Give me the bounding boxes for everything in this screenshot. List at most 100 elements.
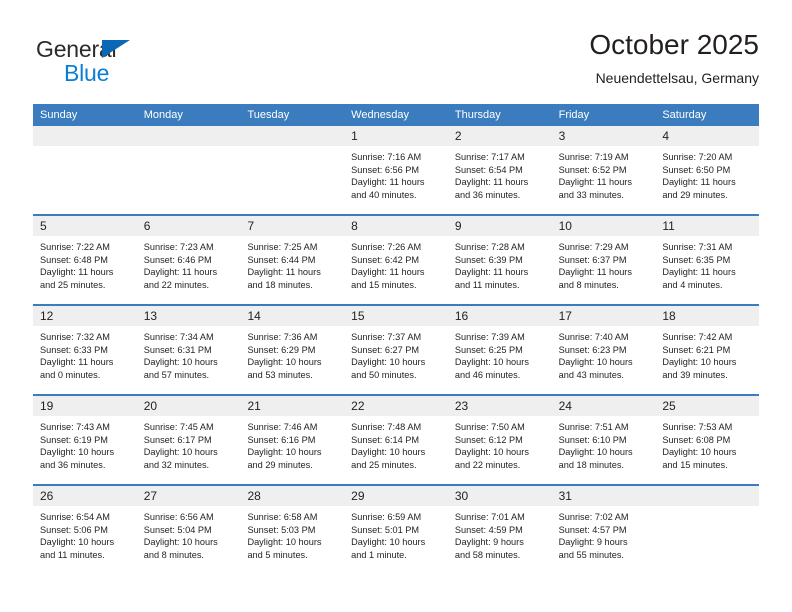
day-number: 9 xyxy=(454,219,462,233)
day-cell[interactable]: 7 Sunrise: 7:25 AM Sunset: 6:44 PM Daylight… xyxy=(240,216,345,304)
day-number-band: 28 xyxy=(240,486,345,506)
day-cell[interactable]: 13 Sunrise: 7:34 AM Sunset: 6:31 PM Dayligh… xyxy=(136,306,241,394)
sunrise-text: Sunrise: 7:23 AM xyxy=(143,242,214,252)
daylight-text: Daylight: 11 hours xyxy=(40,267,114,278)
day-cell[interactable]: 30 Sunrise: 7:01 AM Sunset: 4:59 PM Dayligh… xyxy=(447,486,552,574)
day-cell[interactable]: 19 Sunrise: 7:43 AM Sunset: 6:19 PM Dayligh… xyxy=(33,396,137,484)
daylight-text: Daylight: 11 hours xyxy=(454,177,529,188)
calendar-grid: Sunday Monday Tuesday Wednesday Thursday Frid… xyxy=(33,104,760,574)
weekday-header-saturday: Saturday xyxy=(662,109,707,121)
day-cell[interactable]: 1 Sunrise: 7:16 AM Sunset: 6:56 PM Daylight… xyxy=(344,126,448,214)
day-number: 25 xyxy=(662,399,676,413)
daylight-text-cont: and 25 minutes. xyxy=(351,459,417,470)
sunset-text: Sunset: 6:44 PM xyxy=(247,254,316,265)
day-cell[interactable]: 27 Sunrise: 6:56 AM Sunset: 5:04 PM Dayligh… xyxy=(136,486,241,574)
day-cell[interactable]: 26 Sunrise: 6:54 AM Sunset: 5:06 PM Dayligh… xyxy=(33,486,137,574)
daylight-text: Daylight: 10 hours xyxy=(558,447,633,458)
day-details: Sunrise: 7:34 AM Sunset: 6:31 PM Daylight:… xyxy=(137,326,241,381)
sunset-text: Sunset: 6:21 PM xyxy=(662,344,731,355)
sunset-text: Sunset: 6:25 PM xyxy=(454,344,523,355)
day-cell[interactable]: 5 Sunrise: 7:22 AM Sunset: 6:48 PM Daylight… xyxy=(33,216,137,304)
day-details: Sunrise: 6:58 AM Sunset: 5:03 PM Daylight:… xyxy=(240,506,344,561)
day-cell[interactable]: 15 Sunrise: 7:37 AM Sunset: 6:27 PM Dayligh… xyxy=(344,306,448,394)
day-cell[interactable]: 2 Sunrise: 7:17 AM Sunset: 6:54 PM Daylight… xyxy=(447,126,552,214)
sunset-text: Sunset: 6:54 PM xyxy=(454,164,523,175)
day-details: Sunrise: 7:31 AM Sunset: 6:35 PM Daylight:… xyxy=(655,236,759,291)
day-cell-empty xyxy=(136,126,241,214)
sunset-text: Sunset: 6:14 PM xyxy=(351,434,420,445)
day-cell[interactable]: 23 Sunrise: 7:50 AM Sunset: 6:12 PM Dayligh… xyxy=(447,396,552,484)
day-cell[interactable]: 28 Sunrise: 6:58 AM Sunset: 5:03 PM Dayligh… xyxy=(240,486,345,574)
daylight-text: Daylight: 10 hours xyxy=(454,447,529,458)
sunrise-text: Sunrise: 7:45 AM xyxy=(143,422,214,432)
daylight-text: Daylight: 10 hours xyxy=(247,537,322,548)
day-number-band xyxy=(240,126,345,146)
weekday-header-row: Sunday Monday Tuesday Wednesday Thursday Frid… xyxy=(33,104,759,126)
day-cell[interactable]: 8 Sunrise: 7:26 AM Sunset: 6:42 PM Daylight… xyxy=(344,216,448,304)
sunrise-text: Sunrise: 7:26 AM xyxy=(351,242,422,252)
day-cell[interactable]: 21 Sunrise: 7:46 AM Sunset: 6:16 PM Dayligh… xyxy=(240,396,345,484)
day-cell[interactable]: 24 Sunrise: 7:51 AM Sunset: 6:10 PM Dayligh… xyxy=(551,396,656,484)
daylight-text-cont: and 15 minutes. xyxy=(351,279,417,290)
day-details: Sunrise: 7:42 AM Sunset: 6:21 PM Daylight:… xyxy=(655,326,759,381)
week-row: 1 Sunrise: 7:16 AM Sunset: 6:56 PM Daylight… xyxy=(33,126,760,214)
day-number-band: 5 xyxy=(33,216,137,236)
day-number: 8 xyxy=(351,219,358,233)
day-number: 30 xyxy=(454,489,469,503)
daylight-text-cont: and 46 minutes. xyxy=(454,369,521,380)
day-cell-empty xyxy=(240,126,345,214)
day-number-band: 14 xyxy=(240,306,345,326)
sunset-text: Sunset: 5:06 PM xyxy=(40,524,108,535)
day-cell[interactable]: 11 Sunrise: 7:31 AM Sunset: 6:35 PM Dayligh… xyxy=(655,216,760,304)
day-cell[interactable]: 31 Sunrise: 7:02 AM Sunset: 4:57 PM Dayligh… xyxy=(551,486,656,574)
day-details: Sunrise: 7:28 AM Sunset: 6:39 PM Daylight:… xyxy=(448,236,552,291)
day-cell[interactable]: 4 Sunrise: 7:20 AM Sunset: 6:50 PM Daylight… xyxy=(655,126,760,214)
day-details xyxy=(137,146,241,151)
day-cell[interactable]: 20 Sunrise: 7:45 AM Sunset: 6:17 PM Dayligh… xyxy=(136,396,241,484)
day-cell[interactable]: 12 Sunrise: 7:32 AM Sunset: 6:33 PM Dayligh… xyxy=(33,306,137,394)
day-details: Sunrise: 6:59 AM Sunset: 5:01 PM Daylight:… xyxy=(344,506,448,561)
day-number: 12 xyxy=(40,309,54,323)
day-cell[interactable]: 10 Sunrise: 7:29 AM Sunset: 6:37 PM Dayligh… xyxy=(551,216,656,304)
day-cell[interactable]: 16 Sunrise: 7:39 AM Sunset: 6:25 PM Dayligh… xyxy=(447,306,552,394)
day-number-band: 24 xyxy=(551,396,656,416)
day-cell-empty xyxy=(655,486,760,574)
daylight-text-cont: and 58 minutes. xyxy=(454,549,521,560)
day-number-band: 17 xyxy=(551,306,656,326)
sunset-text: Sunset: 6:12 PM xyxy=(454,434,523,445)
day-number-band: 29 xyxy=(344,486,448,506)
day-cell[interactable]: 14 Sunrise: 7:36 AM Sunset: 6:29 PM Dayligh… xyxy=(240,306,345,394)
day-details: Sunrise: 7:29 AM Sunset: 6:37 PM Daylight:… xyxy=(552,236,656,291)
day-cell[interactable]: 25 Sunrise: 7:53 AM Sunset: 6:08 PM Dayligh… xyxy=(655,396,760,484)
day-details: Sunrise: 7:32 AM Sunset: 6:33 PM Daylight:… xyxy=(33,326,137,381)
day-number: 4 xyxy=(662,129,669,143)
day-number: 13 xyxy=(143,309,158,323)
day-details: Sunrise: 7:22 AM Sunset: 6:48 PM Daylight:… xyxy=(33,236,137,291)
daylight-text-cont: and 5 minutes. xyxy=(247,549,308,560)
day-cell[interactable]: 17 Sunrise: 7:40 AM Sunset: 6:23 PM Dayligh… xyxy=(551,306,656,394)
sunset-text: Sunset: 6:17 PM xyxy=(143,434,212,445)
sunrise-text: Sunrise: 7:22 AM xyxy=(40,242,110,252)
daylight-text: Daylight: 11 hours xyxy=(558,267,632,278)
day-details xyxy=(33,146,137,151)
general-blue-logo[interactable]: General Blue xyxy=(36,36,236,92)
sunset-text: Sunset: 6:42 PM xyxy=(351,254,420,265)
day-cell[interactable]: 9 Sunrise: 7:28 AM Sunset: 6:39 PM Daylight… xyxy=(447,216,552,304)
day-number-band xyxy=(136,126,241,146)
day-cell[interactable]: 18 Sunrise: 7:42 AM Sunset: 6:21 PM Dayligh… xyxy=(655,306,760,394)
day-cell[interactable]: 3 Sunrise: 7:19 AM Sunset: 6:52 PM Daylight… xyxy=(551,126,656,214)
day-number-band: 6 xyxy=(136,216,241,236)
logo-flag-icon xyxy=(102,40,130,58)
sunset-text: Sunset: 6:08 PM xyxy=(662,434,731,445)
day-cell[interactable]: 6 Sunrise: 7:23 AM Sunset: 6:46 PM Daylight… xyxy=(136,216,241,304)
page-title: October 2025 xyxy=(589,29,759,60)
day-number-band: 8 xyxy=(344,216,448,236)
day-number: 21 xyxy=(247,399,261,413)
day-number-band: 20 xyxy=(136,396,241,416)
day-cell[interactable]: 22 Sunrise: 7:48 AM Sunset: 6:14 PM Dayligh… xyxy=(344,396,448,484)
daylight-text-cont: and 57 minutes. xyxy=(143,369,210,380)
day-number-band: 16 xyxy=(447,306,552,326)
week-row: 26 Sunrise: 6:54 AM Sunset: 5:06 PM Dayligh… xyxy=(33,484,760,574)
day-number: 16 xyxy=(454,309,469,323)
day-cell[interactable]: 29 Sunrise: 6:59 AM Sunset: 5:01 PM Dayligh… xyxy=(344,486,448,574)
